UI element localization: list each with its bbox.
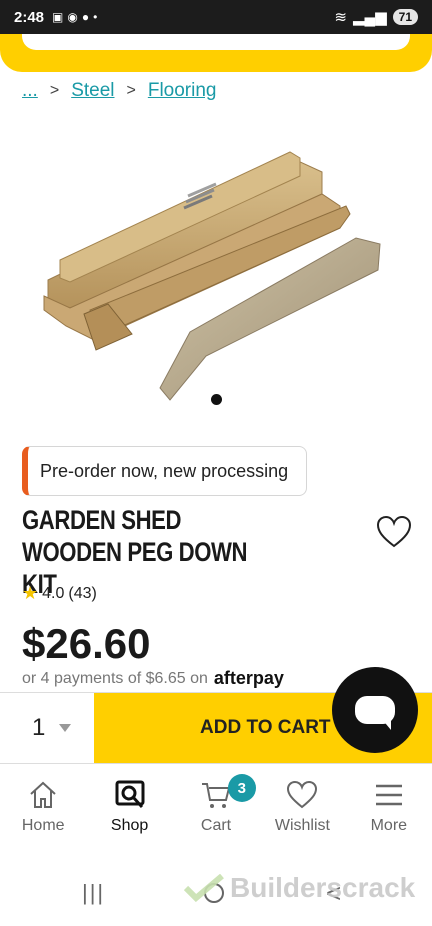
heart-icon — [287, 780, 318, 809]
afterpay-logo: afterpay — [213, 668, 284, 688]
nav-wishlist-label: Wishlist — [274, 817, 330, 834]
signal-icon: ▂▄▆ — [352, 9, 387, 26]
more-notifications-icon: • — [93, 10, 98, 24]
watermark-text: Builderscrack — [230, 872, 416, 903]
product-rating[interactable]: ★ 4.0 (43) — [22, 583, 97, 604]
nav-home[interactable]: Home — [0, 766, 86, 848]
wifi-icon: ≋ — [334, 9, 347, 26]
review-count: (43) — [68, 584, 97, 602]
quantity-select[interactable]: 1 — [0, 693, 94, 763]
nav-cart-label: Cart — [200, 817, 232, 834]
nav-shop[interactable]: Shop — [86, 766, 172, 848]
quantity-value: 1 — [32, 714, 46, 741]
product-image[interactable] — [0, 110, 432, 420]
chat-button[interactable] — [332, 667, 418, 753]
preorder-banner: Pre-order now, new processing — [22, 446, 307, 496]
wooden-pegs-image — [43, 151, 381, 401]
breadcrumb-steel[interactable]: Steel — [71, 80, 114, 102]
breadcrumb: ... > Steel > Flooring — [22, 80, 217, 102]
builderscrack-logo — [184, 874, 224, 902]
bottom-navigation: Home Shop 3 Cart Wishlist More — [0, 766, 432, 848]
messenger-icon: ◉ — [67, 10, 78, 24]
status-time: 2:48 — [14, 8, 45, 26]
nav-more[interactable]: More — [346, 766, 432, 848]
cart-count-badge: 3 — [227, 774, 256, 802]
chat-icon: ● — [81, 10, 90, 24]
cart-icon — [202, 783, 231, 808]
breadcrumb-ellipsis[interactable]: ... — [22, 80, 38, 102]
nav-home-label: Home — [21, 817, 65, 834]
chat-bubble-icon — [355, 696, 395, 730]
nav-more-label: More — [370, 817, 408, 834]
home-icon — [30, 781, 56, 808]
product-price: $26.60 — [22, 620, 151, 667]
nav-wishlist[interactable]: Wishlist — [259, 766, 345, 848]
battery-indicator: 71 — [392, 9, 418, 25]
chevron-down-icon — [59, 724, 72, 732]
shop-search-icon — [115, 780, 145, 809]
menu-icon — [375, 784, 402, 806]
afterpay-info[interactable]: or 4 payments of $6.65 on afterpay — [22, 668, 284, 689]
recent-apps-icon[interactable]: ||| — [82, 880, 105, 906]
notification-icons: ▣ ◉ ● • — [52, 10, 97, 24]
star-icon: ★ — [22, 583, 39, 603]
screenshot-icon: ▣ — [52, 10, 64, 24]
wishlist-heart-icon[interactable] — [376, 515, 412, 549]
rating-value: 4.0 — [42, 584, 65, 602]
afterpay-text: or 4 payments of $6.65 on — [22, 669, 208, 687]
nav-cart[interactable]: 3 Cart — [173, 766, 259, 848]
status-bar: 2:48 ▣ ◉ ● • ≋ ▂▄▆ 71 — [0, 0, 432, 34]
watermark: Builderscrack — [184, 872, 415, 904]
breadcrumb-separator: > — [49, 82, 60, 99]
breadcrumb-separator: > — [126, 82, 136, 99]
carousel-dot-active[interactable] — [211, 394, 222, 405]
search-input[interactable] — [22, 34, 410, 50]
breadcrumb-flooring[interactable]: Flooring — [148, 80, 217, 102]
nav-shop-label: Shop — [110, 817, 149, 834]
